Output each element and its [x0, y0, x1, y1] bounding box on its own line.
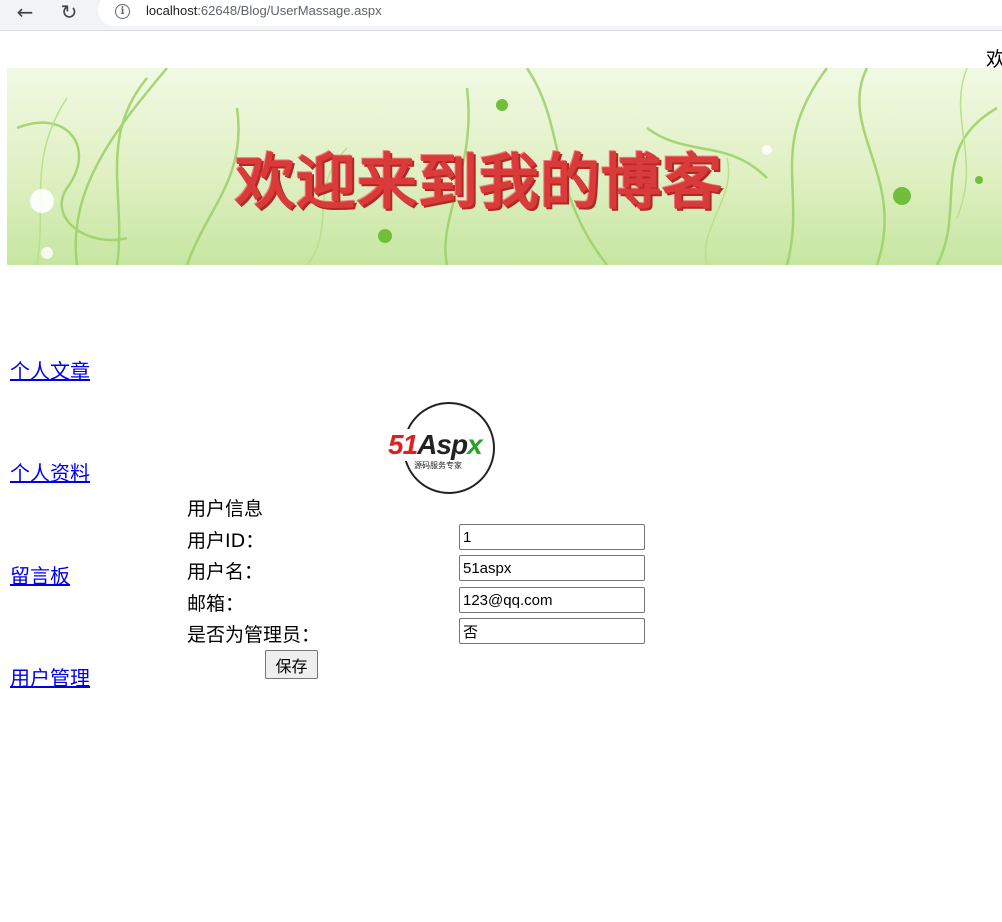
- sidebar-item-articles[interactable]: 个人文章: [10, 355, 90, 384]
- sidebar-item-profile[interactable]: 个人资料: [10, 457, 90, 486]
- reload-icon[interactable]: ↻: [55, 0, 83, 24]
- banner-image: 欢迎来到我的博客: [7, 68, 1002, 265]
- logo-asp: Asp: [417, 429, 468, 460]
- url-host: localhost: [146, 3, 198, 18]
- user-id-input[interactable]: [459, 524, 645, 550]
- banner-title: 欢迎来到我的博客: [235, 148, 723, 218]
- is-admin-input[interactable]: [459, 618, 645, 644]
- site-logo: 51Aspx 源码服务专家: [386, 402, 512, 494]
- logo-x: x: [467, 429, 483, 460]
- info-icon[interactable]: i: [115, 4, 130, 19]
- save-button[interactable]: 保存: [265, 650, 318, 679]
- user-id-label: 用户ID：: [187, 530, 265, 552]
- form-title: 用户信息: [187, 498, 264, 520]
- browser-toolbar: ← ↻ i localhost:62648/Blog/UserMassage.a…: [0, 0, 1002, 31]
- email-input[interactable]: [459, 587, 645, 613]
- logo-wordmark: 51Aspx: [386, 429, 484, 461]
- is-admin-label: 是否为管理员：: [187, 624, 321, 646]
- username-label: 用户名：: [187, 561, 264, 583]
- address-bar[interactable]: i localhost:62648/Blog/UserMassage.aspx: [98, 0, 1002, 26]
- sidebar-item-message-board[interactable]: 留言板: [10, 560, 70, 589]
- sidebar-item-user-management[interactable]: 用户管理: [10, 662, 90, 691]
- logo-tagline: 源码服务专家: [414, 461, 462, 470]
- email-label: 邮箱：: [187, 593, 245, 615]
- back-arrow-icon[interactable]: ←: [11, 0, 39, 24]
- logo-number: 51: [388, 429, 418, 460]
- url-path: :62648/Blog/UserMassage.aspx: [197, 3, 382, 18]
- url-text[interactable]: localhost:62648/Blog/UserMassage.aspx: [146, 3, 382, 18]
- username-input[interactable]: [459, 555, 645, 581]
